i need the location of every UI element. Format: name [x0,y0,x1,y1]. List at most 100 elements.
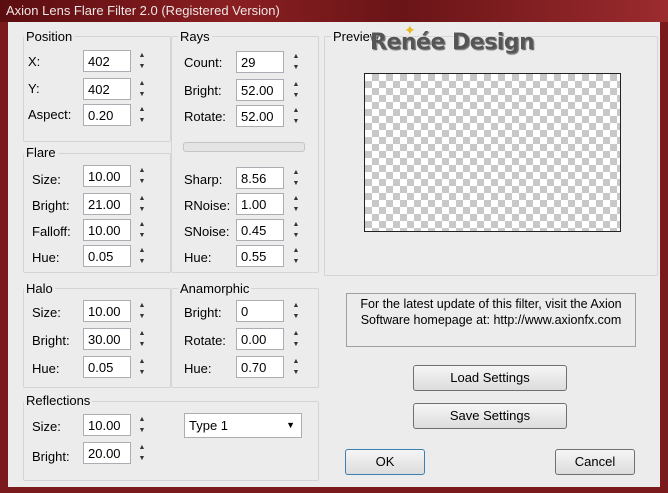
spin-up-icon[interactable]: ▲ [291,328,301,339]
rays-sharp-spinner[interactable]: ▲ ▼ [291,167,301,189]
spin-up-icon[interactable]: ▲ [291,245,301,256]
spin-up-icon[interactable]: ▲ [137,219,147,230]
flare-hue-field[interactable]: 0.05 [83,245,131,267]
halo-bright-field[interactable]: 30.00 [83,328,131,350]
spin-up-icon[interactable]: ▲ [137,193,147,204]
rays-bright-field[interactable]: 52.00 [236,79,284,101]
halo-size-spinner[interactable]: ▲ ▼ [137,300,147,322]
spin-down-icon[interactable]: ▼ [291,256,301,267]
spin-down-icon[interactable]: ▼ [137,425,147,436]
halo-bright-label: Bright: [32,333,70,348]
spin-up-icon[interactable]: ▲ [291,79,301,90]
dropdown-arrow-icon[interactable]: ▼ [286,420,295,430]
ok-button[interactable]: OK [345,449,425,475]
reflections-bright-spinner[interactable]: ▲ ▼ [137,442,147,464]
halo-bright-spinner[interactable]: ▲ ▼ [137,328,147,350]
spin-down-icon[interactable]: ▼ [137,256,147,267]
position-aspect-field[interactable]: 0.20 [83,104,131,126]
cancel-button[interactable]: Cancel [555,449,635,475]
reflection-type-select[interactable]: Type 1 ▼ [184,413,302,438]
reflections-size-spinner[interactable]: ▲ ▼ [137,414,147,436]
flare-falloff-spinner[interactable]: ▲ ▼ [137,219,147,241]
load-settings-button[interactable]: Load Settings [413,365,567,391]
title-bar[interactable]: Axion Lens Flare Filter 2.0 (Registered … [0,0,668,22]
preview-canvas[interactable] [364,73,621,232]
rays-snoise-label: SNoise: [184,224,230,239]
spin-down-icon[interactable]: ▼ [291,311,301,322]
halo-hue-field[interactable]: 0.05 [83,356,131,378]
flare-bright-field[interactable]: 21.00 [83,193,131,215]
spin-up-icon[interactable]: ▲ [137,300,147,311]
spin-down-icon[interactable]: ▼ [291,339,301,350]
flare-falloff-field[interactable]: 10.00 [83,219,131,241]
spin-up-icon[interactable]: ▲ [137,442,147,453]
spin-down-icon[interactable]: ▼ [137,115,147,126]
rays-count-spinner[interactable]: ▲ ▼ [291,51,301,73]
halo-hue-spinner[interactable]: ▲ ▼ [137,356,147,378]
spin-down-icon[interactable]: ▼ [291,62,301,73]
spin-down-icon[interactable]: ▼ [137,453,147,464]
save-settings-button[interactable]: Save Settings [413,403,567,429]
anamorphic-rotate-spinner[interactable]: ▲ ▼ [291,328,301,350]
position-group-title: Position [24,29,75,44]
halo-size-field[interactable]: 10.00 [83,300,131,322]
spin-down-icon[interactable]: ▼ [137,176,147,187]
spin-up-icon[interactable]: ▲ [291,300,301,311]
rays-count-field[interactable]: 29 [236,51,284,73]
spin-up-icon[interactable]: ▲ [137,414,147,425]
spin-down-icon[interactable]: ▼ [137,311,147,322]
flare-size-field[interactable]: 10.00 [83,165,131,187]
spin-up-icon[interactable]: ▲ [137,328,147,339]
spin-up-icon[interactable]: ▲ [137,50,147,61]
spin-down-icon[interactable]: ▼ [137,89,147,100]
anamorphic-rotate-field[interactable]: 0.00 [236,328,284,350]
spin-up-icon[interactable]: ▲ [291,193,301,204]
spin-up-icon[interactable]: ▲ [137,245,147,256]
spin-down-icon[interactable]: ▼ [137,367,147,378]
spin-up-icon[interactable]: ▲ [137,78,147,89]
spin-up-icon[interactable]: ▲ [291,105,301,116]
rays-hue-field[interactable]: 0.55 [236,245,284,267]
spin-down-icon[interactable]: ▼ [291,90,301,101]
spin-down-icon[interactable]: ▼ [291,116,301,127]
spin-up-icon[interactable]: ▲ [137,165,147,176]
position-aspect-spinner[interactable]: ▲ ▼ [137,104,147,126]
rays-rnoise-field[interactable]: 1.00 [236,193,284,215]
spin-up-icon[interactable]: ▲ [291,51,301,62]
anamorphic-hue-spinner[interactable]: ▲ ▼ [291,356,301,378]
rays-snoise-field[interactable]: 0.45 [236,219,284,241]
position-y-field[interactable]: 402 [83,78,131,100]
spin-down-icon[interactable]: ▼ [137,61,147,72]
spin-up-icon[interactable]: ▲ [137,104,147,115]
position-x-spinner[interactable]: ▲ ▼ [137,50,147,72]
anamorphic-hue-field[interactable]: 0.70 [236,356,284,378]
rays-rotate-spinner[interactable]: ▲ ▼ [291,105,301,127]
rays-rotate-field[interactable]: 52.00 [236,105,284,127]
rays-snoise-spinner[interactable]: ▲ ▼ [291,219,301,241]
anamorphic-bright-spinner[interactable]: ▲ ▼ [291,300,301,322]
spin-down-icon[interactable]: ▼ [291,178,301,189]
position-y-spinner[interactable]: ▲ ▼ [137,78,147,100]
spin-down-icon[interactable]: ▼ [137,204,147,215]
rays-rnoise-spinner[interactable]: ▲ ▼ [291,193,301,215]
spin-down-icon[interactable]: ▼ [137,339,147,350]
rays-sharp-field[interactable]: 8.56 [236,167,284,189]
flare-bright-spinner[interactable]: ▲ ▼ [137,193,147,215]
rays-hue-spinner[interactable]: ▲ ▼ [291,245,301,267]
flare-size-spinner[interactable]: ▲ ▼ [137,165,147,187]
reflections-size-field[interactable]: 10.00 [83,414,131,436]
spin-down-icon[interactable]: ▼ [137,230,147,241]
spin-up-icon[interactable]: ▲ [291,167,301,178]
spin-down-icon[interactable]: ▼ [291,230,301,241]
spin-up-icon[interactable]: ▲ [291,219,301,230]
reflections-bright-field[interactable]: 20.00 [83,442,131,464]
spin-down-icon[interactable]: ▼ [291,367,301,378]
position-x-field[interactable]: 402 [83,50,131,72]
rays-slider[interactable] [183,142,305,152]
anamorphic-bright-field[interactable]: 0 [236,300,284,322]
flare-hue-spinner[interactable]: ▲ ▼ [137,245,147,267]
rays-bright-spinner[interactable]: ▲ ▼ [291,79,301,101]
spin-up-icon[interactable]: ▲ [291,356,301,367]
spin-up-icon[interactable]: ▲ [137,356,147,367]
spin-down-icon[interactable]: ▼ [291,204,301,215]
